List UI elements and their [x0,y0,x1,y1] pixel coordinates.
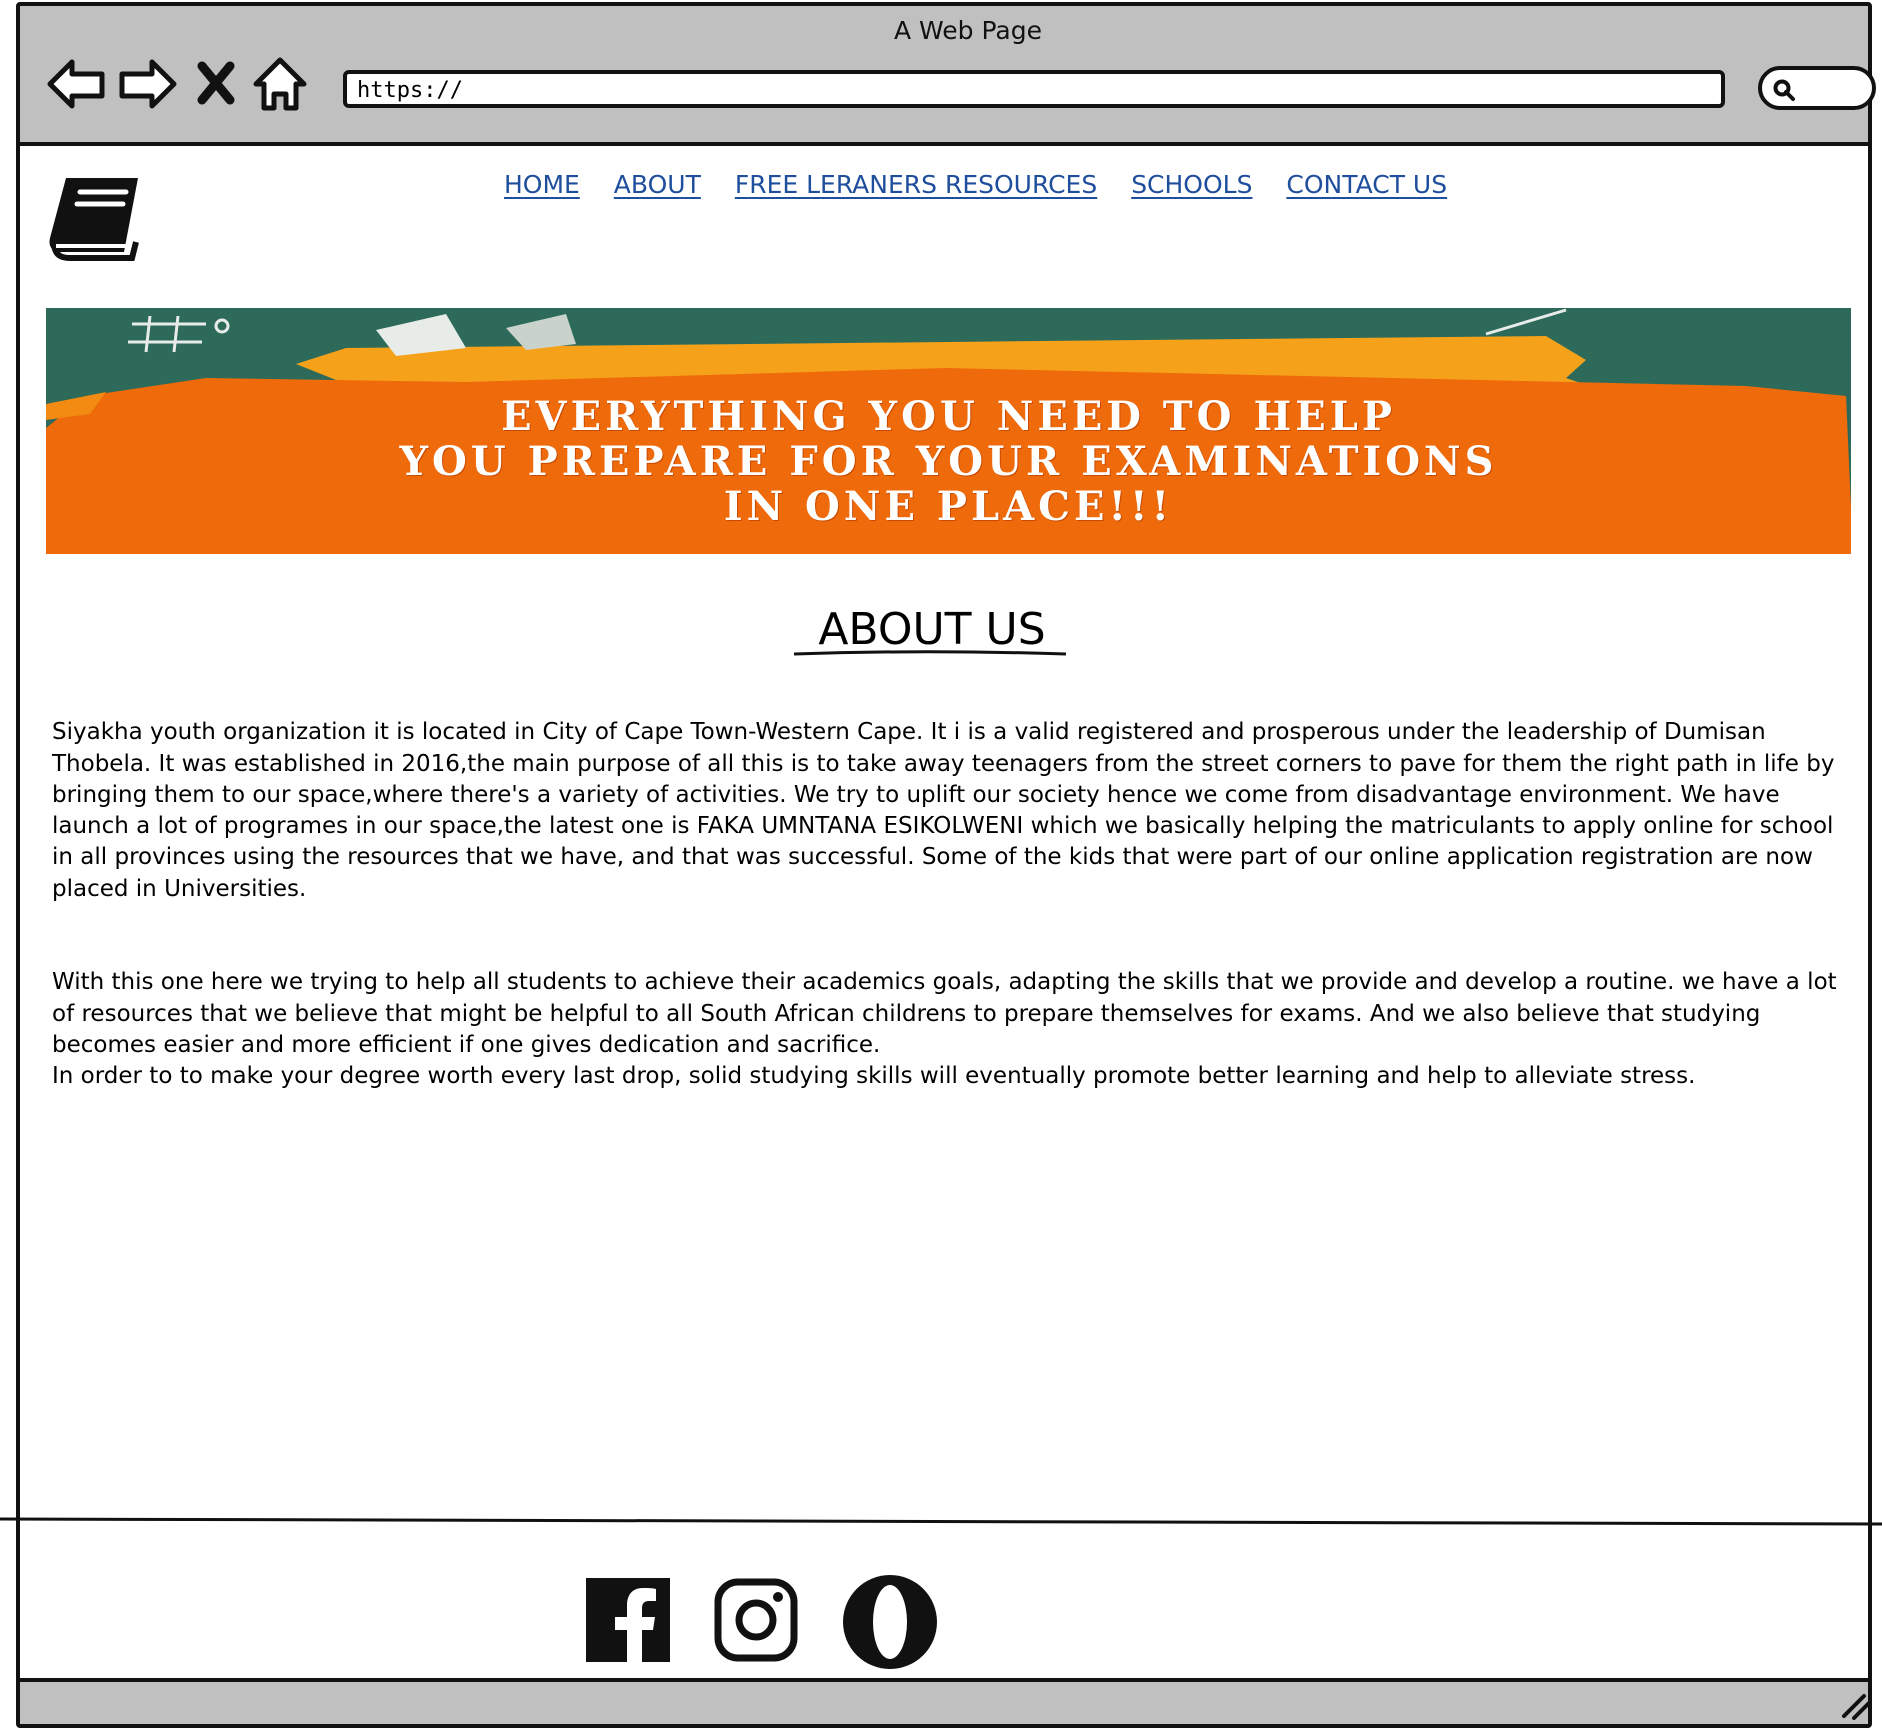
home-icon[interactable] [248,54,312,114]
nav-schools-link[interactable]: SCHOOLS [1131,170,1252,199]
opera-icon[interactable] [840,1572,940,1672]
browser-toolbar: A Web Page https:// [20,6,1876,146]
nav-contact-link[interactable]: CONTACT US [1286,170,1447,199]
hero-banner: EVERYTHING YOU NEED TO HELP YOU PREPARE … [46,308,1851,554]
window-title: A Web Page [893,16,1043,45]
banner-text: EVERYTHING YOU NEED TO HELP YOU PREPARE … [46,394,1851,529]
book-icon[interactable] [46,172,142,262]
banner-line: YOU PREPARE FOR YOUR EXAMINATIONS [399,438,1498,485]
search-icon [1773,79,1795,101]
instagram-icon[interactable] [714,1578,798,1662]
footer-divider [0,1517,1882,1526]
about-paragraph: With this one here we trying to help all… [52,969,1837,1090]
banner-line: IN ONE PLACE!!! [723,483,1174,530]
status-bar [20,1678,1868,1724]
search-box[interactable] [1758,66,1876,110]
address-bar[interactable]: https:// [343,70,1725,108]
nav-home-link[interactable]: HOME [504,170,580,199]
facebook-icon[interactable] [586,1578,670,1662]
forward-arrow-icon[interactable] [116,54,180,114]
about-text: Siyakha youth organization it is located… [52,686,1852,1124]
close-icon[interactable] [196,54,236,114]
banner-line: EVERYTHING YOU NEED TO HELP [501,393,1396,440]
resize-grip-icon[interactable] [1838,1690,1874,1720]
nav-about-link[interactable]: ABOUT [614,170,701,199]
back-arrow-icon[interactable] [44,54,108,114]
about-paragraph: Siyakha youth organization it is located… [52,719,1835,902]
heading-underline [793,650,1067,656]
nav-resources-link[interactable]: FREE LERANERS RESOURCES [735,170,1097,199]
main-navigation: HOME ABOUT FREE LERANERS RESOURCES SCHOO… [504,170,1473,199]
